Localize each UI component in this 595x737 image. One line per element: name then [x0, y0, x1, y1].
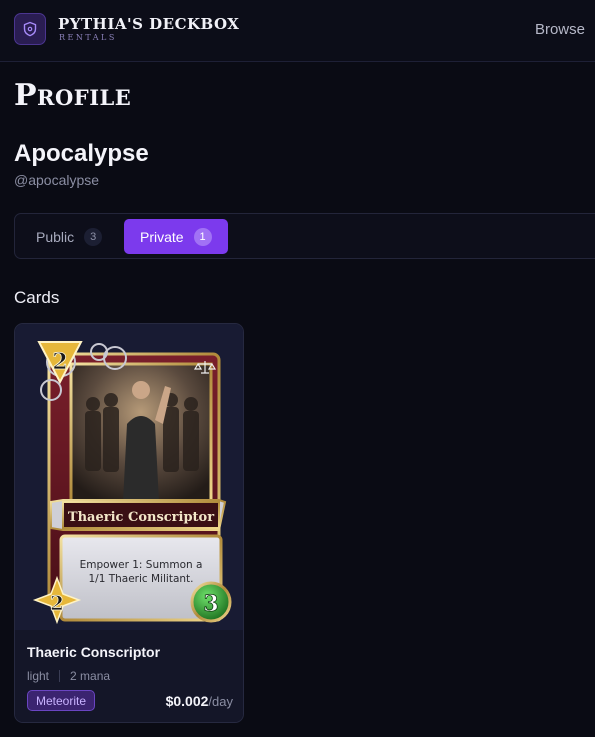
price-unit: /day: [208, 694, 233, 709]
card-meta: light 2 mana: [27, 669, 110, 683]
tab-label: Private: [140, 228, 184, 245]
cards-section-title: Cards: [14, 288, 60, 307]
shield-icon: [23, 21, 37, 37]
rarity-badge: Meteorite: [27, 690, 96, 711]
card-ability-line-1: Empower 1: Summon a: [80, 559, 203, 571]
tab-count-badge: 3: [84, 227, 103, 246]
brand-subtitle: RENTALS: [59, 33, 117, 42]
tab-private[interactable]: Private 1: [124, 219, 228, 254]
card-info-panel: Thaeric Conscriptor light 2 mana Meteori…: [15, 630, 243, 722]
user-handle: @apocalypse: [14, 172, 100, 188]
card-art-banner-name: Thaeric Conscriptor: [68, 510, 214, 525]
card-ability-line-2: 1/1 Thaeric Militant.: [88, 573, 193, 585]
card-name: Thaeric Conscriptor: [27, 644, 161, 660]
card-attack-value: 2: [50, 591, 64, 615]
top-bar: PYTHIA'S DECKBOX RENTALS Browse: [0, 0, 595, 62]
card-tile[interactable]: Thaeric Conscriptor Empower 1: Summon a …: [14, 323, 244, 723]
user-display-name: Apocalypse: [14, 140, 149, 167]
card-artwork: Thaeric Conscriptor Empower 1: Summon a …: [15, 324, 243, 630]
price-value: $0.002: [165, 693, 209, 709]
tab-label: Public: [36, 228, 75, 245]
logo[interactable]: [14, 13, 46, 45]
rental-price: $0.002 /day: [166, 693, 233, 709]
visibility-tabs: Public 3 Private 1: [14, 213, 595, 259]
brand-name: PYTHIA'S DECKBOX: [58, 15, 240, 33]
card-mana-cost: 2: [52, 349, 67, 375]
card-health-value: 3: [203, 591, 218, 617]
nav-browse-link[interactable]: Browse: [535, 21, 585, 38]
tab-public[interactable]: Public 3: [20, 219, 118, 254]
card-mana: 2 mana: [70, 669, 111, 683]
page-title: Profile: [14, 78, 132, 113]
tab-count-badge: 1: [193, 227, 212, 246]
meta-divider: [59, 670, 61, 682]
card-faction: light: [27, 669, 50, 683]
